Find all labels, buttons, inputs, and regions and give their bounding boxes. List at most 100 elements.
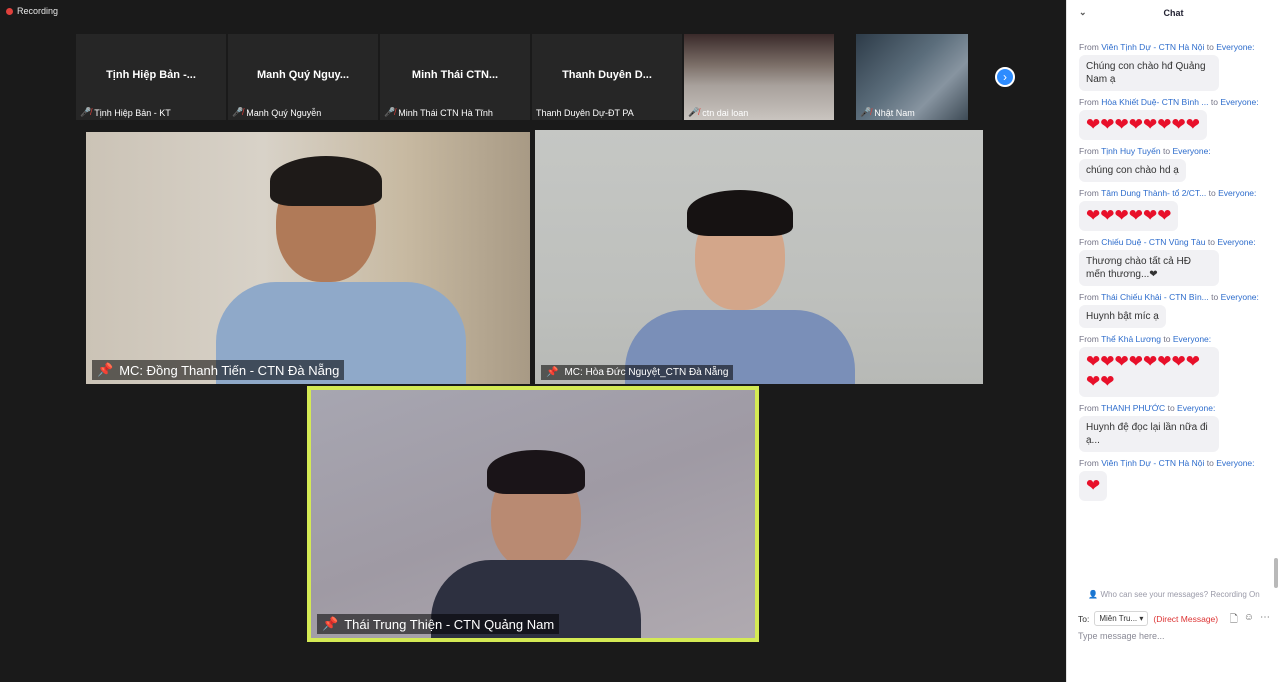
message-meta: From Tâm Dung Thành- tổ 2/CT... to Every… [1079, 188, 1273, 198]
to-label: to [1167, 403, 1175, 413]
participant-thumb[interactable]: Minh Thái CTN... 🎤̸ Minh Thái CTN Hà Tĩnh [380, 34, 530, 120]
recipient-name: Everyone: [1216, 42, 1255, 52]
recipient-name: Everyone: [1172, 146, 1211, 156]
participant-caption-text: Minh Thái CTN Hà Tĩnh [398, 107, 493, 118]
chat-message-list[interactable]: From Viên Tịnh Dự - CTN Hà Nội to Everyo… [1067, 26, 1273, 582]
file-icon[interactable]: 🗋 [1230, 612, 1238, 629]
message-bubble: ❤❤❤❤❤❤❤❤ [1079, 110, 1207, 140]
pin-icon: 📌 [546, 367, 559, 378]
more-icon[interactable]: ⋯ [1260, 612, 1270, 629]
message-bubble: Chúng con chào hđ Quảng Nam ạ [1079, 55, 1219, 91]
to-label: to [1207, 237, 1215, 247]
message-meta: From Thể Khả Lương to Everyone: [1079, 334, 1273, 344]
participant-caption: 🎤̸ Minh Thái CTN Hà Tĩnh [384, 107, 493, 118]
message-meta: From Viên Tịnh Dự - CTN Hà Nội to Everyo… [1079, 42, 1273, 52]
next-page-button[interactable]: › [995, 67, 1015, 87]
participant-caption: 🎤̸ Nhật Nam [860, 107, 915, 118]
participant-name-tag: 📌 MC: Hòa Đức Nguyệt_CTN Đà Nẵng [541, 365, 734, 380]
sender-name[interactable]: Viên Tịnh Dự - CTN Hà Nội [1101, 42, 1204, 52]
chat-message: From Viên Tịnh Dự - CTN Hà Nội to Everyo… [1079, 458, 1273, 501]
sender-name[interactable]: Hòa Khiết Duệ- CTN Bình ... [1101, 97, 1208, 107]
chat-message: From Tịnh Huy Tuyến to Everyone: chúng c… [1079, 146, 1273, 182]
participant-caption: 🎤̸ Tịnh Hiệp Bản - KT [80, 107, 171, 118]
to-label: to [1163, 334, 1171, 344]
recipient-name: Everyone: [1217, 237, 1256, 247]
mic-muted-icon: 🎤̸ [688, 107, 700, 117]
chat-message: From THANH PHƯỚC to Everyone: Huynh đệ đ… [1079, 403, 1273, 452]
participant-video-thumb[interactable]: 🎤̸ ctn dai loan [684, 34, 834, 120]
message-input[interactable]: Type message here... [1078, 631, 1165, 641]
to-label: to [1206, 458, 1214, 468]
participant-display-name: Manh Quý Nguy... [256, 69, 350, 81]
recipient-select[interactable]: Miên Tru... ▾ [1094, 611, 1149, 626]
visibility-text: Who can see your messages? Recording On [1100, 590, 1260, 599]
to-label: to [1210, 97, 1218, 107]
chat-title: Chat [1163, 8, 1184, 18]
from-label: From [1079, 334, 1099, 344]
message-bubble: ❤ [1079, 471, 1108, 501]
recipient-row: To: Miên Tru... ▾ (Direct Message) [1078, 611, 1218, 626]
hair-shape [487, 450, 585, 494]
participant-caption-text: Thanh Duyên Dự-ĐT PA [536, 108, 634, 118]
participant-display-name: Minh Thái CTN... [411, 69, 499, 81]
recording-indicator[interactable]: Recording [6, 6, 58, 16]
message-bubble: chúng con chào hd ạ [1079, 159, 1186, 182]
message-bubble: Huynh bật míc ạ [1079, 305, 1166, 328]
recipient-name: Everyone: [1220, 97, 1259, 107]
chevron-down-icon: ▾ [1139, 614, 1144, 623]
sender-name[interactable]: Tâm Dung Thành- tổ 2/CT... [1101, 188, 1206, 198]
sender-name[interactable]: Thể Khả Lương [1101, 334, 1161, 344]
video-tile-mc-1[interactable]: 📌 MC: Đồng Thanh Tiến - CTN Đà Nẵng [86, 132, 530, 384]
chat-message: From Viên Tịnh Dự - CTN Hà Nội to Everyo… [1079, 42, 1273, 91]
chevron-down-icon[interactable]: ⌄ [1079, 7, 1087, 18]
mic-muted-icon: 🎤̸ [860, 107, 872, 117]
participant-name-tag: 📌 MC: Đồng Thanh Tiến - CTN Đà Nẵng [92, 360, 345, 380]
recipient-value: Miên Tru... [1099, 614, 1138, 623]
participant-thumb[interactable]: Thanh Duyên D... Thanh Duyên Dự-ĐT PA [532, 34, 682, 120]
people-icon: 👤 [1088, 590, 1099, 599]
to-label: to [1206, 42, 1214, 52]
sender-name[interactable]: Chiếu Duệ - CTN Vũng Tàu [1101, 237, 1205, 247]
pin-icon: 📌 [97, 362, 114, 377]
from-label: From [1079, 292, 1099, 302]
chat-header: ⌄ Chat [1067, 0, 1280, 26]
mic-muted-icon: 🎤̸ [80, 107, 92, 117]
sender-name[interactable]: Tịnh Huy Tuyến [1101, 146, 1161, 156]
to-label: to [1208, 188, 1216, 198]
chat-message: From Tâm Dung Thành- tổ 2/CT... to Every… [1079, 188, 1273, 231]
recipient-name: Everyone: [1172, 334, 1212, 344]
message-meta: From Chiếu Duệ - CTN Vũng Tàu to Everyon… [1079, 237, 1273, 247]
participant-display-name: Thanh Duyên D... [562, 69, 652, 81]
to-label: to [1211, 292, 1219, 302]
participant-name-tag: 📌 Thái Trung Thiện - CTN Quảng Nam [317, 614, 560, 634]
chat-message: From Chiếu Duệ - CTN Vũng Tàu to Everyon… [1079, 237, 1273, 286]
chat-message: From Thể Khả Lương to Everyone: ❤❤❤❤❤❤❤❤… [1079, 334, 1273, 397]
sender-name[interactable]: Viên Tịnh Dự - CTN Hà Nội [1101, 458, 1204, 468]
chat-message: From Hòa Khiết Duệ- CTN Bình ... to Ever… [1079, 97, 1273, 140]
participant-video-thumb[interactable]: 🎤̸ Nhật Nam [856, 34, 968, 120]
visibility-notice[interactable]: 👤 Who can see your messages? Recording O… [1067, 590, 1280, 599]
chat-scrollbar[interactable] [1274, 558, 1278, 588]
participant-thumb[interactable]: Manh Quý Nguy... 🎤̸ Manh Quý Nguyễn [228, 34, 378, 120]
from-label: From [1079, 42, 1099, 52]
sender-name[interactable]: THANH PHƯỚC [1101, 403, 1165, 413]
emoji-icon[interactable]: ☺ [1244, 612, 1254, 629]
participant-thumb[interactable]: Tịnh Hiệp Bản -... 🎤̸ Tịnh Hiệp Bản - KT [76, 34, 226, 120]
compose-tools: 🗋 ☺ ⋯ [1230, 612, 1270, 629]
message-meta: From Thái Chiếu Khải - CTN Bìn... to Eve… [1079, 292, 1273, 302]
mic-muted-icon: 🎤̸ [232, 107, 244, 117]
record-dot-icon [6, 7, 13, 15]
hair-shape [270, 156, 382, 206]
participant-caption-text: Tịnh Hiệp Bản - KT [94, 107, 171, 118]
message-meta: From THANH PHƯỚC to Everyone: [1079, 403, 1273, 413]
sender-name[interactable]: Thái Chiếu Khải - CTN Bìn... [1101, 292, 1209, 302]
message-bubble: ❤❤❤❤❤❤ [1079, 201, 1179, 231]
mic-muted-icon: 🎤̸ [384, 107, 396, 117]
message-bubble: Huynh đệ đọc lại lần nữa đi ạ... [1079, 416, 1219, 452]
video-tile-active-speaker[interactable]: 📌 Thái Trung Thiện - CTN Quảng Nam [307, 386, 759, 642]
pin-icon: 📌 [322, 616, 339, 631]
video-tile-mc-2[interactable]: 📌 MC: Hòa Đức Nguyệt_CTN Đà Nẵng [535, 130, 983, 384]
participant-caption: Thanh Duyên Dự-ĐT PA [536, 108, 634, 118]
recipient-name: Everyone: [1218, 188, 1257, 198]
participant-caption-text: Nhật Nam [874, 107, 915, 118]
